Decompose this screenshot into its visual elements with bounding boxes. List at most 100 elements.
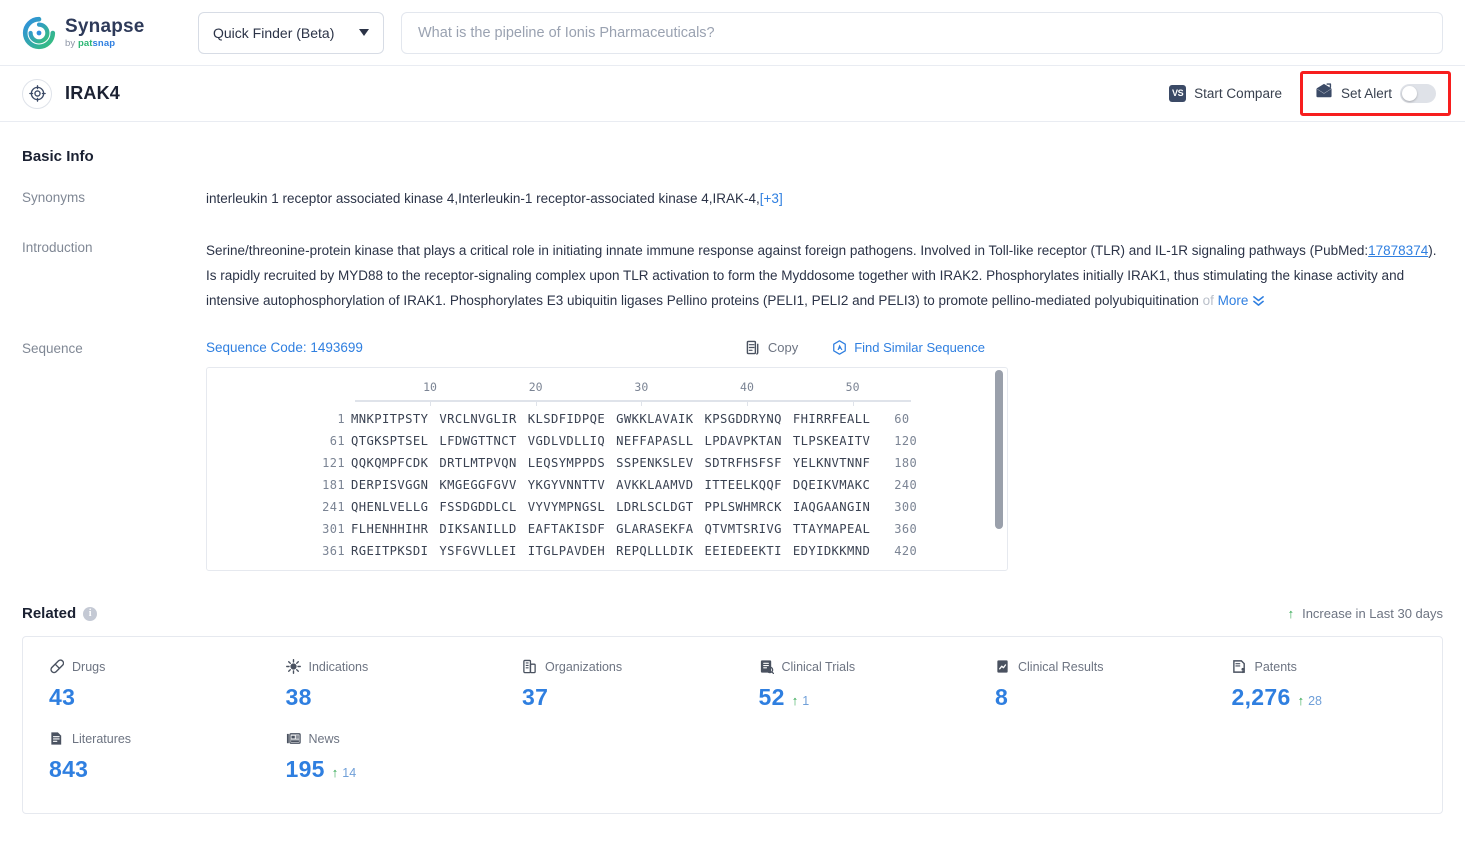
- introduction-more-button[interactable]: More: [1218, 293, 1266, 308]
- sequence-chunk: IAQGAANGIN: [792, 500, 871, 515]
- sequence-chunk: YELKNVTNNF: [792, 456, 871, 471]
- related-stat-clinical-results[interactable]: Clinical Results 8: [969, 659, 1206, 711]
- sequence-residues: QQKQMPFCDK DRTLMTPVQN LEQSYMPPDS SSPENKSLEV…: [351, 456, 870, 470]
- increase-legend-label: Increase in Last 30 days: [1302, 606, 1443, 622]
- sequence-viewer[interactable]: 10 20 30 40 50 1 MNKPITPSTY VRCLNVGLIR KLSD…: [206, 367, 1008, 572]
- chevron-double-down-icon: [1253, 296, 1265, 307]
- capsule-icon: [49, 659, 64, 674]
- sequence-chunk: QHENLVELLG: [351, 500, 429, 515]
- patent-icon: [1232, 659, 1247, 674]
- sequence-residues: FLHENHHIHR DIKSANILLD EAFTAKISDF GLARASEKFA…: [351, 522, 870, 536]
- related-stat-literatures[interactable]: Literatures 843: [23, 731, 260, 783]
- sequence-scrollbar-thumb[interactable]: [995, 370, 1003, 530]
- related-stat-organizations[interactable]: Organizations 37: [496, 659, 733, 711]
- synonyms-label: Synonyms: [22, 190, 86, 205]
- sequence-chunk: TTAYMAPEAL: [792, 522, 871, 537]
- stat-value-wrap: 8: [995, 684, 1206, 711]
- related-stat-indications[interactable]: Indications 38: [260, 659, 497, 711]
- alert-mail-icon: [1315, 83, 1333, 104]
- copy-sequence-button[interactable]: Copy: [746, 340, 798, 355]
- stat-header: Patents: [1232, 659, 1443, 674]
- sequence-line: 61 QTGKSPTSEL LFDWGTTNCT VGDLVDLLIQ NEFFAPAS…: [207, 430, 1007, 452]
- sequence-chunk: DRTLMTPVQN: [439, 456, 517, 471]
- up-arrow-icon: ↑: [791, 693, 799, 709]
- stat-count[interactable]: 37: [522, 684, 548, 711]
- info-icon[interactable]: i: [83, 606, 98, 621]
- sequence-code-link[interactable]: Sequence Code: 1493699: [206, 340, 363, 355]
- related-stat-clinical-trials[interactable]: Clinical Trials 52 ↑ 1: [733, 659, 970, 711]
- related-stat-patents[interactable]: Patents 2,276 ↑ 28: [1206, 659, 1443, 711]
- stat-header: Literatures: [49, 731, 260, 746]
- main-content: Basic Info Synonyms interleukin 1 recept…: [0, 148, 1465, 815]
- sequence-residues: MNKPITPSTY VRCLNVGLIR KLSDFIDPQE GWKKLAVAIK…: [351, 412, 870, 426]
- quick-finder-dropdown[interactable]: Quick Finder (Beta): [198, 11, 384, 54]
- stat-count[interactable]: 2,276: [1232, 684, 1291, 711]
- introduction-label: Introduction: [22, 240, 93, 256]
- stat-header: Indications: [285, 659, 497, 675]
- set-alert-button[interactable]: Set Alert: [1299, 71, 1451, 116]
- sequence-chunk: DQEIKVMAKC: [792, 478, 871, 493]
- stat-label: News: [308, 731, 340, 746]
- sequence-line-end: 120: [894, 434, 918, 449]
- synapse-swirl-icon: [22, 16, 56, 50]
- stat-count[interactable]: 43: [49, 684, 75, 711]
- sequence-line: 361 RGEITPKSDI YSFGVVLLEI ITGLPAVDEH REPQLLL…: [207, 540, 1007, 562]
- sequence-chunk: VYVYMPNGSL: [527, 500, 606, 515]
- sequence-ruler: 10 20 30 40 50: [355, 378, 911, 408]
- sequence-residues: QTGKSPTSEL LFDWGTTNCT VGDLVDLLIQ NEFFAPASLL…: [351, 434, 870, 448]
- sequence-chunk: EDYIDKKMND: [792, 544, 871, 559]
- sequence-residues: RGEITPKSDI YSFGVVLLEI ITGLPAVDEH REPQLLLDIK…: [351, 544, 870, 558]
- target-icon: [22, 78, 52, 109]
- sequence-line: 121 QQKQMPFCDK DRTLMTPVQN LEQSYMPPDS SSPENKS…: [207, 452, 1007, 474]
- stat-value-wrap: 37: [522, 684, 733, 711]
- find-similar-label: Find Similar Sequence: [854, 340, 985, 356]
- related-stat-drugs[interactable]: Drugs 43: [23, 659, 260, 711]
- stat-label: Organizations: [545, 659, 623, 674]
- stat-count[interactable]: 38: [286, 684, 312, 711]
- sequence-line: 241 QHENLVELLG FSSDGDDLCL VYVYMPNGSL LDRLSCL…: [207, 496, 1007, 518]
- sequence-line-start: 121: [322, 456, 345, 471]
- up-arrow-icon: ↑: [331, 765, 339, 781]
- search-input[interactable]: [418, 24, 1426, 41]
- ruler-tick-20: 20: [528, 380, 543, 395]
- sequence-residues: DERPISVGGN KMGEGGFGVV YKGYVNNTTV AVKKLAAMVD…: [351, 478, 870, 492]
- pubmed-link[interactable]: 17878374: [1368, 243, 1428, 258]
- sequence-line-end: 420: [894, 544, 918, 559]
- ruler-tick-40: 40: [740, 380, 754, 395]
- synonyms-more-link[interactable]: [+3]: [760, 191, 783, 206]
- stat-label: Clinical Results: [1018, 659, 1104, 674]
- stat-value-wrap: 2,276 ↑ 28: [1232, 684, 1443, 711]
- search-bar[interactable]: [401, 11, 1443, 54]
- stat-count[interactable]: 195: [286, 756, 325, 783]
- logo-by: by: [65, 37, 78, 49]
- sequence-lines: 1 MNKPITPSTY VRCLNVGLIR KLSDFIDPQE GWKKLAVAI…: [207, 408, 1007, 562]
- stat-count[interactable]: 8: [995, 684, 1008, 711]
- synapse-logo[interactable]: Synapse by patsnap: [22, 16, 172, 50]
- sequence-chunk: QTVMTSRIVG: [704, 522, 782, 537]
- synonyms-row: Synonyms interleukin 1 receptor associat…: [22, 189, 1443, 209]
- related-stat-news[interactable]: News 195 ↑ 14: [260, 731, 497, 783]
- stat-header: Clinical Results: [995, 659, 1206, 674]
- stat-count[interactable]: 843: [49, 756, 88, 783]
- logo-pat: pat: [77, 37, 93, 49]
- sequence-chunk: YSFGVVLLEI: [439, 544, 517, 559]
- synonyms-value: interleukin 1 receptor associated kinase…: [206, 191, 760, 206]
- stat-count[interactable]: 52: [759, 684, 785, 711]
- start-compare-button[interactable]: VS Start Compare: [1169, 85, 1282, 102]
- sequence-line: 1 MNKPITPSTY VRCLNVGLIR KLSDFIDPQE GWKKLAVAI…: [207, 408, 1007, 430]
- sequence-scrollbar[interactable]: [995, 368, 1003, 570]
- sequence-chunk: SDTRFHSFSF: [704, 456, 782, 471]
- sequence-chunk: VRCLNVGLIR: [439, 412, 517, 427]
- synonyms-value-wrap: interleukin 1 receptor associated kinase…: [206, 189, 1443, 209]
- introduction-faded-tail: of: [1198, 293, 1214, 309]
- up-arrow-icon: ↑: [1297, 693, 1305, 709]
- clinical-trial-icon: [759, 659, 774, 675]
- page-title: IRAK4: [65, 83, 121, 103]
- sequence-header: Sequence Code: 1493699 Copy Find Similar…: [206, 340, 1443, 355]
- copy-label: Copy: [767, 340, 799, 356]
- sequence-chunk: REPQLLLDIK: [616, 544, 694, 559]
- set-alert-toggle[interactable]: [1400, 84, 1436, 103]
- find-similar-sequence-button[interactable]: Find Similar Sequence: [832, 340, 985, 355]
- stat-delta: ↑ 14: [332, 765, 356, 780]
- stat-value-wrap: 843: [49, 756, 260, 783]
